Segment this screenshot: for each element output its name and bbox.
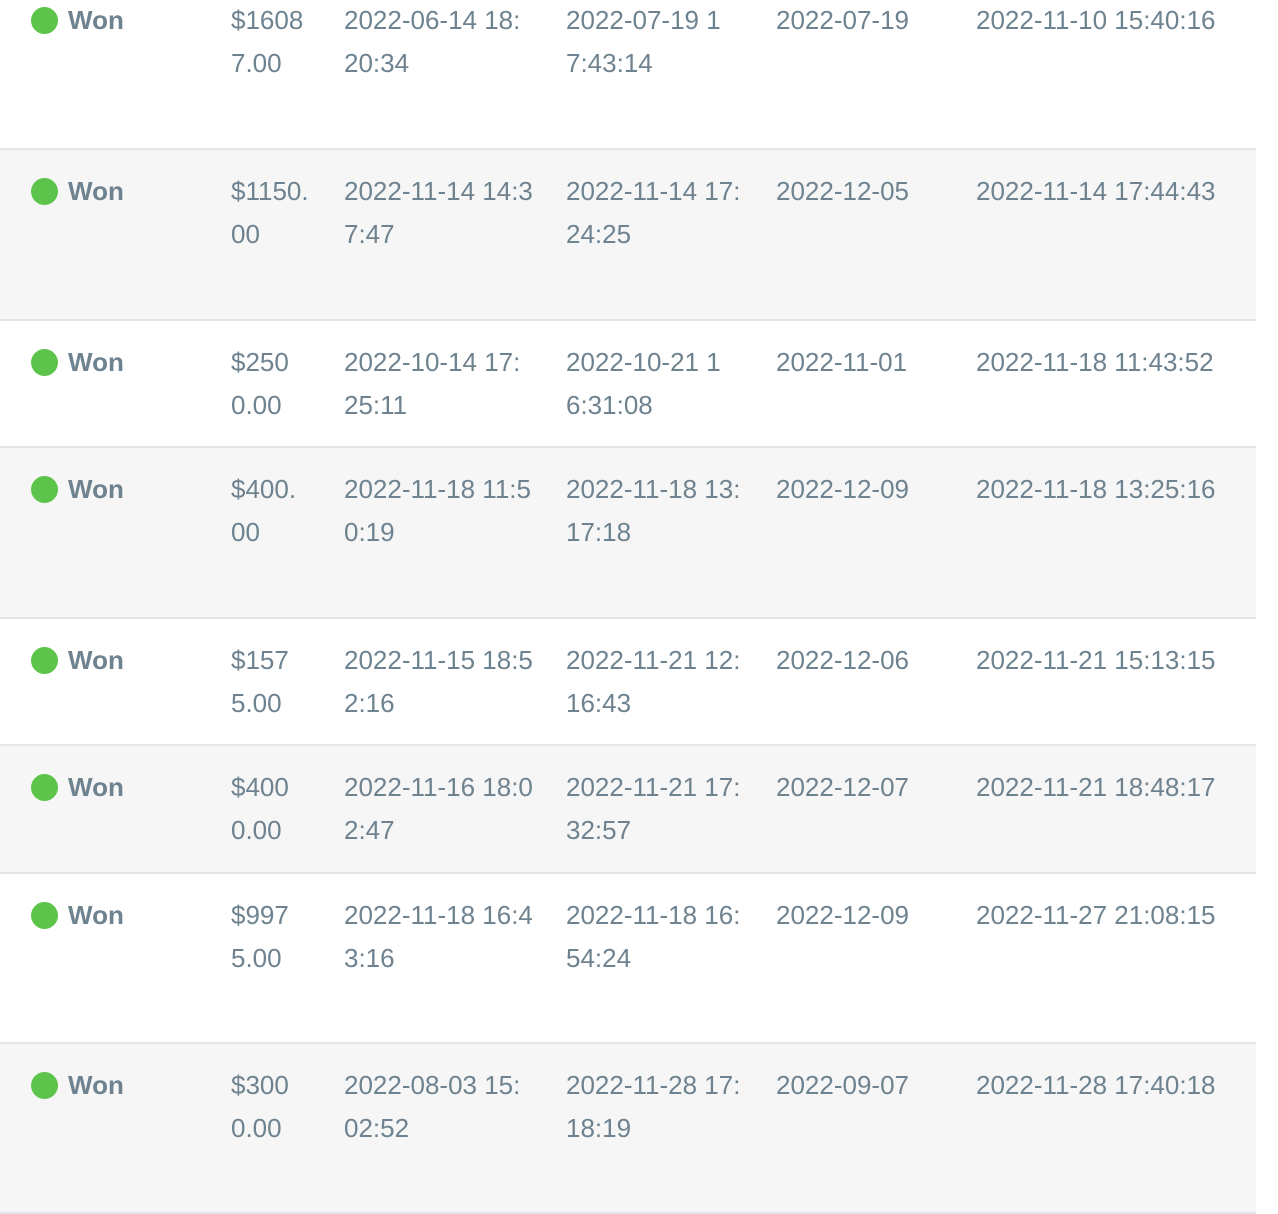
status-cell: Won: [31, 0, 221, 42]
updated-date-cell: 2022-11-21 15:13:15: [976, 645, 1216, 675]
table-row[interactable]: Won $4000.00 2022-11-16 18:02:47 2022-11…: [0, 746, 1256, 874]
status-label: Won: [68, 5, 124, 35]
created-date-cell: 2022-11-16 18:02:47: [344, 772, 533, 845]
created-date-cell: 2022-08-03 15:02:52: [344, 1070, 521, 1143]
status-cell: Won: [31, 639, 221, 682]
updated-date-cell: 2022-11-18 11:43:52: [976, 347, 1214, 377]
updated-date-cell: 2022-11-27 21:08:15: [976, 900, 1216, 930]
status-dot-icon: [31, 774, 58, 801]
amount-cell: $16087.00: [231, 5, 304, 78]
closed-date-cell: 2022-11-18 13:17:18: [566, 474, 741, 547]
status-dot-icon: [31, 647, 58, 674]
status-label: Won: [68, 900, 124, 930]
expected-close-cell: 2022-11-01: [776, 347, 908, 377]
expected-close-cell: 2022-12-05: [776, 176, 909, 206]
status-label: Won: [68, 1070, 124, 1100]
status-cell: Won: [31, 170, 221, 213]
status-label: Won: [68, 474, 124, 504]
table-row[interactable]: Won $9975.00 2022-11-18 16:43:16 2022-11…: [0, 874, 1256, 1044]
closed-date-cell: 2022-11-28 17:18:19: [566, 1070, 741, 1143]
table-row[interactable]: Won $16087.00 2022-06-14 18:20:34 2022-0…: [0, 0, 1256, 150]
updated-date-cell: 2022-11-21 18:48:17: [976, 772, 1216, 802]
expected-close-cell: 2022-09-07: [776, 1070, 909, 1100]
amount-cell: $4000.00: [231, 772, 289, 845]
created-date-cell: 2022-10-14 17:25:11: [344, 347, 521, 420]
updated-date-cell: 2022-11-14 17:44:43: [976, 176, 1216, 206]
created-date-cell: 2022-11-18 16:43:16: [344, 900, 533, 973]
status-label: Won: [68, 347, 124, 377]
amount-cell: $2500.00: [231, 347, 289, 420]
updated-date-cell: 2022-11-28 17:40:18: [976, 1070, 1216, 1100]
created-date-cell: 2022-06-14 18:20:34: [344, 5, 521, 78]
status-dot-icon: [31, 178, 58, 205]
status-dot-icon: [31, 902, 58, 929]
status-label: Won: [68, 645, 124, 675]
status-dot-icon: [31, 7, 58, 34]
expected-close-cell: 2022-12-09: [776, 474, 909, 504]
closed-date-cell: 2022-07-19 17:43:14: [566, 5, 721, 78]
table-row[interactable]: Won $400.00 2022-11-18 11:50:19 2022-11-…: [0, 448, 1256, 619]
expected-close-cell: 2022-12-09: [776, 900, 909, 930]
table-row[interactable]: Won $1575.00 2022-11-15 18:52:16 2022-11…: [0, 619, 1256, 746]
status-dot-icon: [31, 476, 58, 503]
created-date-cell: 2022-11-14 14:37:47: [344, 176, 533, 249]
table-row[interactable]: Won $3000.00 2022-08-03 15:02:52 2022-11…: [0, 1044, 1256, 1214]
expected-close-cell: 2022-12-07: [776, 772, 909, 802]
status-cell: Won: [31, 766, 221, 809]
status-cell: Won: [31, 468, 221, 511]
status-dot-icon: [31, 349, 58, 376]
expected-close-cell: 2022-12-06: [776, 645, 909, 675]
amount-cell: $9975.00: [231, 900, 289, 973]
status-cell: Won: [31, 341, 221, 384]
status-cell: Won: [31, 894, 221, 937]
table-row[interactable]: Won $2500.00 2022-10-14 17:25:11 2022-10…: [0, 321, 1256, 448]
closed-date-cell: 2022-10-21 16:31:08: [566, 347, 721, 420]
status-label: Won: [68, 176, 124, 206]
amount-cell: $1150.00: [231, 176, 309, 249]
closed-date-cell: 2022-11-14 17:24:25: [566, 176, 741, 249]
closed-date-cell: 2022-11-18 16:54:24: [566, 900, 741, 973]
status-label: Won: [68, 772, 124, 802]
deals-table: Won $16087.00 2022-06-14 18:20:34 2022-0…: [0, 0, 1256, 1214]
status-cell: Won: [31, 1064, 221, 1107]
amount-cell: $1575.00: [231, 645, 289, 718]
closed-date-cell: 2022-11-21 12:16:43: [566, 645, 741, 718]
updated-date-cell: 2022-11-18 13:25:16: [976, 474, 1216, 504]
closed-date-cell: 2022-11-21 17:32:57: [566, 772, 741, 845]
updated-date-cell: 2022-11-10 15:40:16: [976, 5, 1216, 35]
amount-cell: $3000.00: [231, 1070, 289, 1143]
expected-close-cell: 2022-07-19: [776, 5, 909, 35]
status-dot-icon: [31, 1072, 58, 1099]
created-date-cell: 2022-11-15 18:52:16: [344, 645, 533, 718]
amount-cell: $400.00: [231, 474, 297, 547]
table-row[interactable]: Won $1150.00 2022-11-14 14:37:47 2022-11…: [0, 150, 1256, 321]
created-date-cell: 2022-11-18 11:50:19: [344, 474, 531, 547]
